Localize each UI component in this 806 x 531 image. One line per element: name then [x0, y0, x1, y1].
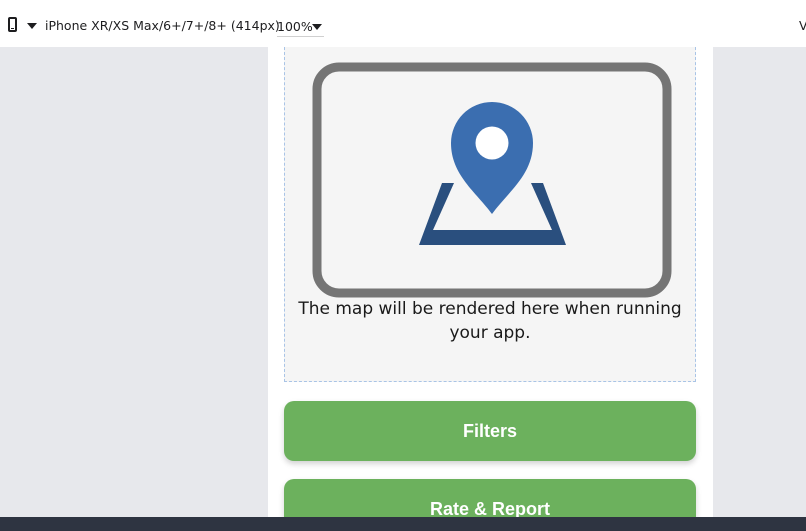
map-pin-icon: [312, 62, 672, 298]
device-selector[interactable]: iPhone XR/XS Max/6+/7+/8+ (414px): [45, 18, 280, 33]
rate-report-button[interactable]: Rate & Report: [284, 479, 696, 517]
preview-toolbar: iPhone XR/XS Max/6+/7+/8+ (414px) 100% V: [0, 0, 806, 47]
filters-button[interactable]: Filters: [284, 401, 696, 461]
bottom-bar: [0, 517, 806, 531]
zoom-selector[interactable]: 100%: [277, 18, 324, 37]
map-placeholder[interactable]: The map will be rendered here when runni…: [284, 47, 696, 382]
chevron-down-icon: [312, 24, 322, 30]
zoom-value: 100%: [277, 19, 313, 34]
editor-preview: iPhone XR/XS Max/6+/7+/8+ (414px) 100% V…: [0, 0, 806, 531]
chevron-down-icon[interactable]: [27, 23, 37, 29]
phone-canvas: The map will be rendered here when runni…: [268, 47, 713, 517]
toolbar-overflow-text[interactable]: V: [799, 18, 806, 33]
phone-icon[interactable]: [8, 17, 17, 32]
map-caption: The map will be rendered here when runni…: [298, 299, 682, 343]
